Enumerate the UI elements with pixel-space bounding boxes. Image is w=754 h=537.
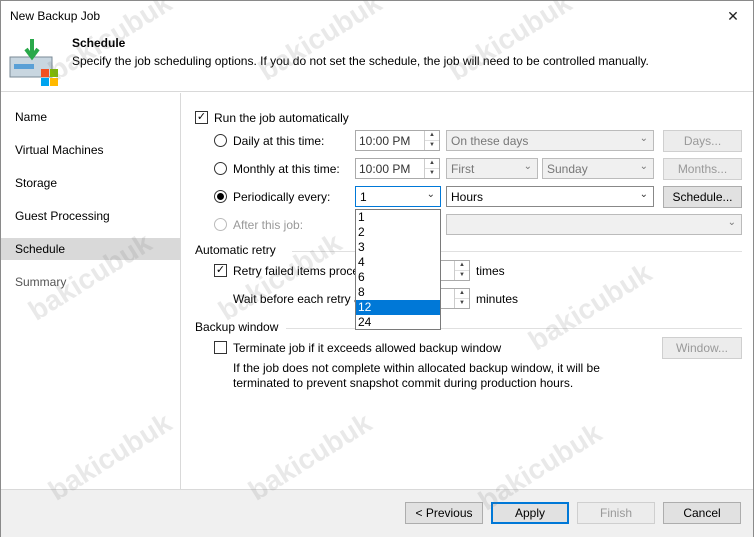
title-bar: New Backup Job ✕ <box>1 1 753 32</box>
wizard-header: Schedule Specify the job scheduling opti… <box>1 32 753 92</box>
sidebar-item-name[interactable]: Name <box>1 106 181 128</box>
dropdown-option[interactable]: 24 <box>356 315 440 330</box>
run-automatically-checkbox[interactable]: ✓ <box>195 111 208 124</box>
backup-schedule-icon <box>9 39 58 86</box>
cancel-button[interactable]: Cancel <box>663 502 741 524</box>
retry-count-input[interactable]: ▲ ▼ <box>440 260 470 281</box>
dropdown-option[interactable]: 4 <box>356 255 440 270</box>
wait-minutes-input[interactable]: ▲ ▼ <box>440 288 470 309</box>
days-button[interactable]: Days... <box>663 130 742 152</box>
run-automatically-label: Run the job automatically <box>214 111 349 125</box>
schedule-panel: ✓ Run the job automatically Daily at thi… <box>182 93 753 489</box>
retry-checkbox[interactable]: ✓ <box>214 264 227 277</box>
period-value-combo[interactable]: 1 ⌄ <box>355 186 441 207</box>
sidebar-item-summary[interactable]: Summary <box>1 271 181 293</box>
backup-job-window: New Backup Job ✕ Schedule Specify the jo… <box>0 0 754 537</box>
sidebar-item-guest-processing[interactable]: Guest Processing <box>1 205 181 227</box>
wait-label: Wait before each retry a <box>233 292 361 306</box>
monthly-time-input[interactable]: 10:00 PM ▲ ▼ <box>355 158 440 179</box>
retry-count-spinner[interactable]: ▲ ▼ <box>454 261 469 280</box>
period-unit: Hours <box>451 190 484 204</box>
period-value-dropdown-list[interactable]: 1 2 3 4 6 8 12 24 <box>355 209 441 330</box>
week-combo[interactable]: First ⌄ <box>446 158 538 179</box>
wait-unit-label: minutes <box>476 292 519 306</box>
daily-time-input[interactable]: 10:00 PM ▲ ▼ <box>355 130 440 151</box>
daily-label: Daily at this time: <box>233 134 325 148</box>
sidebar-item-storage[interactable]: Storage <box>1 172 181 194</box>
chevron-down-icon: ⌄ <box>639 133 648 144</box>
daily-radio[interactable] <box>214 134 227 147</box>
apply-button[interactable]: Apply <box>491 502 569 524</box>
window-button[interactable]: Window... <box>662 337 742 359</box>
backup-window-note-line1: If the job does not complete within allo… <box>233 361 600 375</box>
dropdown-option[interactable]: 1 <box>356 210 440 225</box>
dropdown-option[interactable]: 2 <box>356 225 440 240</box>
monthly-label: Monthly at this time: <box>233 162 340 176</box>
backup-window-note-line2: terminated to prevent snapshot commit du… <box>233 376 574 390</box>
day-combo-value: Sunday <box>547 162 588 176</box>
days-combo[interactable]: On these days ⌄ <box>446 130 654 151</box>
periodically-label: Periodically every: <box>233 190 331 204</box>
schedule-button[interactable]: Schedule... <box>663 186 742 208</box>
days-combo-value: On these days <box>451 134 529 148</box>
previous-button[interactable]: < Previous <box>405 502 483 524</box>
after-job-combo[interactable]: ⌄ <box>446 214 742 235</box>
wizard-sidebar: Name Virtual Machines Storage Guest Proc… <box>1 93 181 489</box>
after-job-label: After this job: <box>233 218 304 232</box>
wizard-footer: < Previous Apply Finish Cancel <box>1 489 753 537</box>
dropdown-option[interactable]: 6 <box>356 270 440 285</box>
backup-window-heading: Backup window <box>195 320 279 334</box>
chevron-down-icon: ⌄ <box>727 217 736 228</box>
day-combo[interactable]: Sunday ⌄ <box>542 158 654 179</box>
dropdown-option[interactable]: 8 <box>356 285 440 300</box>
period-value: 1 <box>360 190 367 204</box>
page-description: Specify the job scheduling options. If y… <box>72 54 649 68</box>
terminate-checkbox[interactable] <box>214 341 227 354</box>
after-job-radio[interactable] <box>214 218 227 231</box>
periodically-radio[interactable] <box>214 190 227 203</box>
dropdown-option[interactable]: 3 <box>356 240 440 255</box>
finish-button[interactable]: Finish <box>577 502 655 524</box>
terminate-label: Terminate job if it exceeds allowed back… <box>233 341 502 355</box>
page-title: Schedule <box>72 36 126 50</box>
monthly-radio[interactable] <box>214 162 227 175</box>
period-unit-combo[interactable]: Hours ⌄ <box>446 186 654 207</box>
wait-minutes-spinner[interactable]: ▲ ▼ <box>454 289 469 308</box>
monthly-time-spinner[interactable]: ▲ ▼ <box>424 159 439 178</box>
chevron-down-icon: ⌄ <box>639 161 648 172</box>
chevron-down-icon: ⌄ <box>523 161 532 172</box>
daily-time-value: 10:00 PM <box>359 134 411 148</box>
retry-unit-label: times <box>476 264 505 278</box>
window-title: New Backup Job <box>10 9 101 23</box>
automatic-retry-heading: Automatic retry <box>195 243 276 257</box>
dropdown-option-highlighted[interactable]: 12 <box>356 300 440 315</box>
sidebar-item-virtual-machines[interactable]: Virtual Machines <box>1 139 181 161</box>
chevron-down-icon: ⌄ <box>639 189 648 200</box>
week-combo-value: First <box>451 162 475 176</box>
close-icon[interactable]: ✕ <box>713 1 753 32</box>
daily-time-spinner[interactable]: ▲ ▼ <box>424 131 439 150</box>
monthly-time-value: 10:00 PM <box>359 162 411 176</box>
sidebar-item-schedule[interactable]: Schedule <box>1 238 181 260</box>
months-button[interactable]: Months... <box>663 158 742 180</box>
chevron-down-icon: ⌄ <box>426 189 435 200</box>
retry-label: Retry failed items proce <box>233 264 360 278</box>
